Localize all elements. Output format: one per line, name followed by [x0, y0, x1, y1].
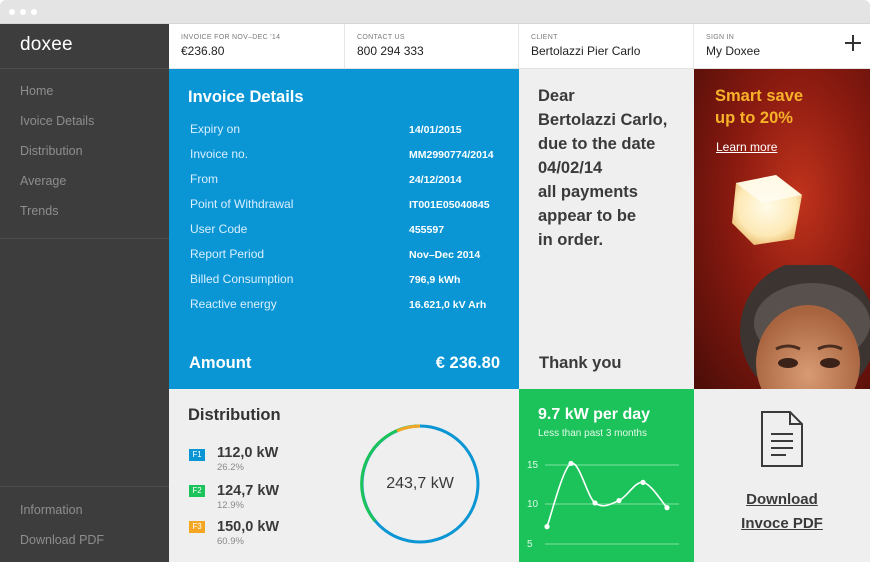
promo-title-line: up to 20% [715, 109, 793, 127]
header-invoice: INVOICE FOR NOV–DEC '14 €236.80 [169, 24, 345, 69]
power-series-line [546, 462, 668, 527]
f3-badge: F3 [189, 521, 205, 533]
header-client-value: Bertolazzi Pier Carlo [531, 44, 641, 58]
invoice-row-value: 796,9 kWh [409, 274, 461, 286]
power-point-0 [544, 524, 550, 530]
invoice-row-value: IT001E05040845 [409, 199, 490, 211]
sidebar-item-distribution[interactable]: Distribution [20, 144, 83, 158]
window-minimize-dot[interactable] [20, 9, 26, 15]
f2-percent: 12.9% [217, 500, 244, 511]
power-point-1 [568, 460, 574, 467]
invoice-row-value: Nov–Dec 2014 [409, 249, 481, 261]
promo-panel: Smart save up to 20% Learn more [694, 69, 870, 389]
sidebar-item-invoice-details[interactable]: Ivoice Details [20, 114, 94, 128]
amount-label: Amount [189, 354, 252, 372]
message-panel: Dear Bertolazzi Carlo, due to the date 0… [519, 69, 694, 389]
thank-you-text: Thank you [539, 354, 622, 372]
invoice-row-label: User Code [190, 222, 248, 236]
f2-badge: F2 [189, 485, 205, 497]
invoice-row-value: 16.621,0 kV Arh [409, 299, 487, 311]
invoice-row-label: Report Period [190, 247, 265, 261]
message-line: in order. [538, 231, 604, 249]
header-contact-label: CONTACT US [357, 34, 405, 41]
power-line-chart: 15 10 5 [527, 460, 679, 550]
sidebar-item-information[interactable]: Information [20, 503, 83, 517]
message-line: 04/02/14 [538, 159, 603, 177]
invoice-row-label: Billed Consumption [190, 272, 294, 286]
header-signin-label: SIGN IN [706, 34, 735, 41]
sidebar: doxee Home Ivoice Details Distribution A… [0, 24, 169, 562]
learn-more-link[interactable]: Learn more [716, 140, 777, 154]
y-tick-10: 10 [527, 499, 539, 510]
f1-value: 112,0 kW [217, 445, 279, 461]
f1-percent: 26.2% [217, 462, 244, 473]
distribution-panel: Distribution F1 112,0 kW 26.2% F2 124,7 … [169, 389, 519, 562]
document-icon[interactable] [760, 410, 804, 468]
f3-value: 150,0 kW [217, 519, 280, 535]
header-invoice-value: €236.80 [181, 44, 225, 58]
download-link-line2[interactable]: Invoce PDF [694, 515, 870, 532]
invoice-row-value: 455597 [409, 224, 445, 236]
power-point-3 [616, 497, 622, 504]
distribution-title: Distribution [188, 406, 281, 424]
invoice-details-panel: Invoice Details Expiry on 14/01/2015 Inv… [169, 69, 519, 389]
sidebar-item-download-pdf[interactable]: Download PDF [20, 533, 104, 547]
power-point-2 [592, 500, 598, 506]
amount-value: € 236.80 [435, 354, 500, 372]
distribution-total: 243,7 kW [386, 475, 454, 492]
power-point-4 [640, 479, 646, 485]
sidebar-item-trends[interactable]: Trends [20, 204, 58, 218]
header-bar: INVOICE FOR NOV–DEC '14 €236.80 CONTACT … [169, 24, 870, 69]
invoice-details-title: Invoice Details [188, 88, 304, 106]
promo-title-line: Smart save [715, 87, 804, 105]
download-panel[interactable]: Download Invoce PDF [694, 389, 870, 562]
message-line: Bertolazzi Carlo, [538, 111, 668, 129]
download-text[interactable]: Download [746, 491, 818, 508]
window-close-dot[interactable] [9, 9, 15, 15]
window-maximize-dot[interactable] [31, 9, 37, 15]
sidebar-divider [0, 68, 169, 69]
invoice-row-label: Expiry on [190, 122, 241, 136]
header-signin[interactable]: SIGN IN My Doxee [694, 24, 870, 69]
plus-icon[interactable] [844, 34, 862, 52]
invoice-row-value: MM2990774/2014 [409, 149, 494, 161]
invoice-row-label: Reactive energy [190, 297, 277, 311]
invoice-row-value: 24/12/2014 [409, 174, 462, 186]
doxee-logo[interactable]: doxee [20, 34, 73, 56]
invoice-row-value: 14/01/2015 [409, 124, 462, 136]
power-panel: 9.7 kW per day Less than past 3 months 1… [519, 389, 694, 562]
header-invoice-label: INVOICE FOR NOV–DEC '14 [181, 34, 281, 41]
sidebar-divider [0, 238, 169, 239]
header-client-label: CLIENT [531, 34, 558, 41]
invoice-row-label: Point of Withdrawal [190, 197, 294, 211]
header-client: CLIENT Bertolazzi Pier Carlo [519, 24, 694, 69]
sidebar-item-average[interactable]: Average [20, 174, 66, 188]
message-line: appear to be [538, 207, 637, 225]
sidebar-item-home[interactable]: Home [20, 84, 53, 98]
f3-percent: 60.9% [217, 536, 244, 547]
y-tick-15: 15 [527, 460, 539, 471]
person-photo-icon [740, 265, 870, 389]
invoice-row-label: From [190, 172, 218, 186]
f2-value: 124,7 kW [217, 483, 280, 499]
app-window: doxee Home Ivoice Details Distribution A… [0, 0, 870, 562]
title-bar [0, 0, 870, 24]
message-line: due to the date [538, 135, 656, 153]
power-point-5 [664, 505, 670, 511]
header-contact: CONTACT US 800 294 333 [345, 24, 519, 69]
y-tick-5: 5 [527, 539, 533, 550]
message-line: all payments [538, 183, 638, 201]
header-signin-value[interactable]: My Doxee [706, 44, 760, 58]
invoice-pdf-text[interactable]: Invoce PDF [741, 515, 823, 532]
message-line: Dear [538, 87, 575, 105]
cube-lamp-icon [732, 175, 802, 245]
f1-badge: F1 [189, 449, 205, 461]
invoice-row-label: Invoice no. [190, 147, 249, 161]
sidebar-divider [0, 486, 169, 487]
header-contact-value[interactable]: 800 294 333 [357, 44, 424, 58]
download-link-line1[interactable]: Download [694, 491, 870, 508]
